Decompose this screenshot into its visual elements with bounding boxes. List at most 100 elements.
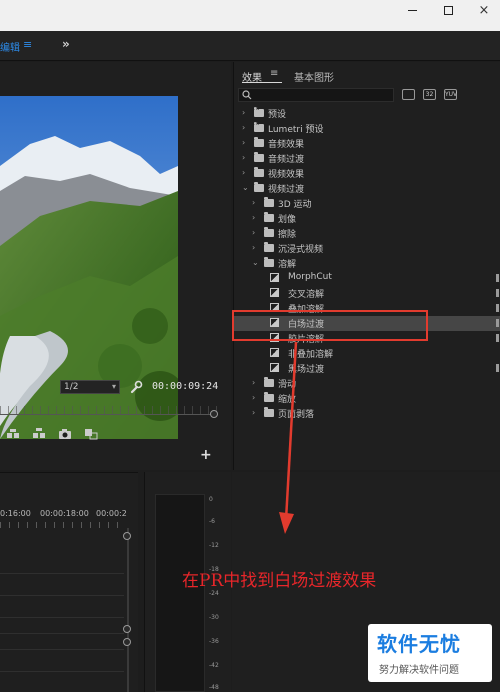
- extract-icon[interactable]: [32, 428, 46, 440]
- zoom-dropdown[interactable]: 1/2 ▾: [60, 380, 120, 394]
- watermark-subtitle: 努力解决软件问题: [379, 665, 459, 676]
- effect-folder[interactable]: › 音频过渡: [234, 151, 500, 166]
- scrollbar-handle[interactable]: [123, 532, 131, 540]
- timeline-panel: 0:16:00 00:00:18:00 00:00:2: [0, 472, 138, 692]
- close-button[interactable]: ×: [466, 0, 500, 20]
- chevron-down-icon[interactable]: ⌄: [242, 183, 250, 192]
- track-divider: [0, 595, 124, 596]
- effect-folder[interactable]: › Lumetri 预设: [234, 120, 500, 136]
- folder-icon: [254, 182, 264, 192]
- tree-item-label: 交叉溶解: [288, 290, 325, 300]
- tab-underline: [242, 82, 282, 83]
- chevron-down-icon[interactable]: ⌄: [252, 258, 260, 267]
- effect-folder[interactable]: › 音频效果: [234, 136, 500, 151]
- track-divider: [0, 617, 124, 618]
- ruler-label: 00:00:2: [96, 509, 127, 518]
- transition-icon: [270, 288, 279, 297]
- tree-item-label: 划像: [278, 215, 297, 225]
- tree-item-label: 音频过渡: [268, 155, 305, 165]
- highlight-annotation-box: [232, 310, 428, 341]
- program-monitor: 1/2 ▾ 00:00:09:24 +: [0, 62, 231, 470]
- playhead-timecode[interactable]: 00:00:09:24: [152, 381, 218, 392]
- 32bit-effects-button[interactable]: 32: [423, 89, 436, 100]
- effect-item[interactable]: MorphCut: [234, 271, 500, 286]
- chevron-right-icon[interactable]: ›: [242, 138, 250, 147]
- effect-folder[interactable]: › 划像: [234, 211, 500, 226]
- tab-essential-graphics[interactable]: 基本图形: [294, 69, 334, 84]
- watermark-title: 软件无忧: [377, 632, 461, 656]
- accelerated-badge-icon: [496, 274, 499, 282]
- chevron-right-icon[interactable]: ›: [252, 243, 260, 252]
- accelerated-effects-button[interactable]: [402, 89, 415, 100]
- meter-tick: -36: [209, 638, 219, 645]
- chevron-right-icon[interactable]: ›: [242, 168, 250, 177]
- effect-folder[interactable]: ⌄ 溶解: [234, 256, 500, 271]
- scrubber-ticks: [0, 406, 218, 414]
- compare-view-icon[interactable]: [84, 428, 98, 440]
- tree-item-label: 视频效果: [268, 170, 305, 180]
- maximize-button[interactable]: [430, 0, 466, 20]
- chevron-right-icon[interactable]: ›: [252, 228, 260, 237]
- effect-folder[interactable]: ⌄ 视频过渡: [234, 181, 500, 196]
- camera-icon[interactable]: [58, 428, 72, 440]
- chevron-right-icon[interactable]: ›: [252, 213, 260, 222]
- scrubber-handle[interactable]: [210, 410, 218, 418]
- workspace-menu-icon[interactable]: ≡: [23, 38, 32, 51]
- scrubber-track[interactable]: [0, 414, 218, 415]
- lift-icon[interactable]: [6, 428, 20, 440]
- meter-tick: -42: [209, 662, 219, 669]
- accelerated-badge-icon: [496, 319, 499, 327]
- folder-icon: [264, 242, 274, 252]
- accelerated-badge-icon: [496, 364, 499, 372]
- tree-item-label: 音频效果: [268, 140, 305, 150]
- wrench-icon[interactable]: [129, 380, 143, 394]
- chevron-right-icon[interactable]: ›: [252, 408, 260, 417]
- scrollbar-handle[interactable]: [123, 625, 131, 633]
- chevron-right-icon[interactable]: ›: [242, 123, 250, 132]
- minimize-button[interactable]: [394, 0, 430, 20]
- folder-icon: [254, 167, 264, 177]
- transition-icon: [270, 273, 279, 282]
- ruler-label: 0:16:00: [0, 509, 31, 518]
- effect-folder[interactable]: › 3D 运动: [234, 196, 500, 211]
- yuv-effects-button[interactable]: YUV: [444, 89, 457, 100]
- monitor-controls: [0, 428, 231, 444]
- ruler-ticks: [0, 522, 125, 528]
- folder-icon: [254, 152, 264, 162]
- folder-icon: [264, 197, 274, 207]
- chevron-down-icon: ▾: [111, 382, 116, 391]
- chevron-right-icon[interactable]: ›: [242, 153, 250, 162]
- timeline-scrollbar[interactable]: [127, 528, 129, 692]
- effect-folder[interactable]: › 沉浸式视频: [234, 241, 500, 256]
- track-divider: [0, 573, 124, 574]
- effects-search-input[interactable]: [238, 88, 394, 102]
- chevron-right-icon[interactable]: ›: [252, 198, 260, 207]
- chevron-right-icon[interactable]: ›: [242, 108, 250, 117]
- effect-folder[interactable]: › 视频效果: [234, 166, 500, 181]
- chevron-right-icon[interactable]: ›: [252, 393, 260, 402]
- panel-menu-icon[interactable]: ≡: [270, 68, 278, 79]
- tree-item-label: 3D 运动: [278, 200, 312, 210]
- effect-folder[interactable]: › 擦除: [234, 226, 500, 241]
- zoom-value: 1/2: [64, 382, 79, 392]
- chevron-right-icon[interactable]: ›: [252, 378, 260, 387]
- scrollbar-handle[interactable]: [123, 638, 131, 646]
- ruler-label: 00:00:18:00: [40, 509, 89, 518]
- folder-icon: [264, 212, 274, 222]
- tree-item-label: 预设: [268, 110, 287, 120]
- tree-item-label: MorphCut: [288, 272, 332, 282]
- folder-icon: [254, 105, 264, 117]
- meter-tick: 0: [209, 496, 213, 503]
- track-divider: [0, 671, 124, 672]
- effect-folder[interactable]: › 预设: [234, 105, 500, 121]
- workspace-more-icon[interactable]: »: [62, 37, 70, 51]
- folder-icon: [264, 257, 274, 267]
- accelerated-badge-icon: [496, 289, 499, 297]
- window-title-bar: ×: [0, 0, 500, 31]
- add-button[interactable]: +: [200, 447, 212, 463]
- search-icon: [242, 90, 252, 100]
- effect-item[interactable]: 交叉溶解: [234, 286, 500, 301]
- tree-item-label: 视频过渡: [268, 185, 305, 195]
- tree-item-label: Lumetri 预设: [268, 125, 324, 135]
- workspace-tab-editing[interactable]: 编辑: [0, 39, 20, 54]
